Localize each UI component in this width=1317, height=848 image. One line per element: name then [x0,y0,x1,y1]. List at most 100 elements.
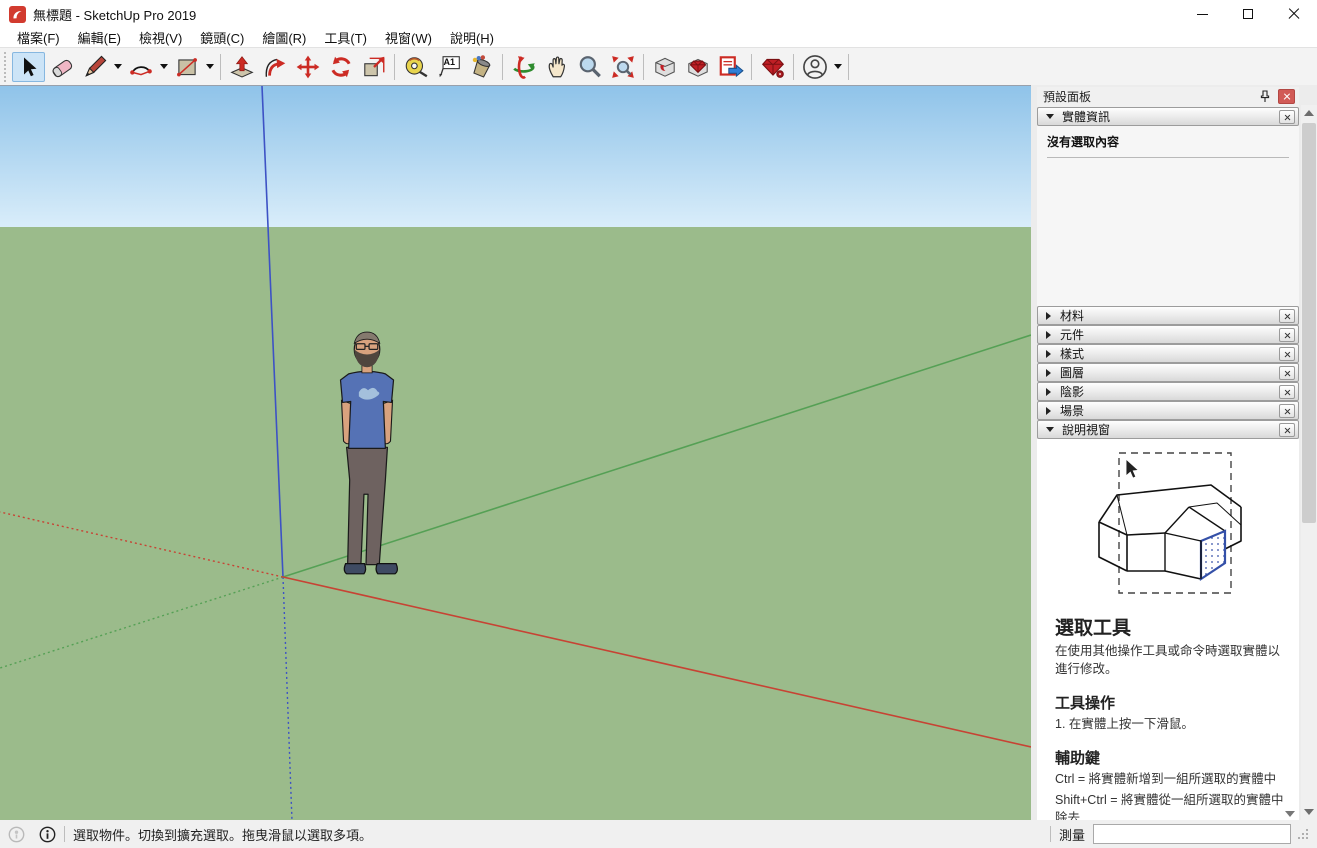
line-tool-dropdown[interactable] [111,52,124,82]
zoom-extents-tool-button[interactable] [606,52,639,82]
select-tool-button[interactable] [12,52,45,82]
section-close-button[interactable] [1279,328,1295,342]
menu-camera[interactable]: 鏡頭(C) [191,27,253,48]
resize-grip[interactable] [1297,828,1309,840]
section-shadows-header[interactable]: 陰影 [1037,382,1299,401]
menu-window[interactable]: 視窗(W) [376,27,441,48]
rotate-tool-button[interactable] [324,52,357,82]
info-status-icon[interactable] [39,826,56,843]
measurements-input[interactable] [1093,824,1291,844]
scroll-up-icon[interactable] [1304,110,1314,116]
status-bar: 選取物件。切換到擴充選取。拖曳滑鼠以選取多項。 測量 [0,820,1317,848]
section-components-header[interactable]: 元件 [1037,325,1299,344]
chevron-down-icon [1046,114,1054,119]
menu-draw[interactable]: 繪圖(R) [253,27,315,48]
scale-figure-person[interactable] [320,329,412,584]
section-close-button[interactable] [1279,385,1295,399]
section-close-button[interactable] [1279,110,1295,124]
pin-button[interactable] [1256,88,1274,104]
section-styles-header[interactable]: 樣式 [1037,344,1299,363]
maximize-icon [1243,9,1253,19]
panel-scrollbar[interactable] [1301,105,1317,820]
instructor-title: 選取工具 [1055,613,1285,640]
statusbar-separator [64,826,65,842]
menu-tools[interactable]: 工具(T) [315,27,376,48]
extension-warehouse-button[interactable] [756,52,789,82]
chevron-right-icon [1046,350,1051,358]
section-entity-info-header[interactable]: 實體資訊 [1037,107,1299,126]
toolbar-separator [848,54,849,80]
line-tool-button[interactable] [78,52,111,82]
toolbar-separator [643,54,644,80]
pin-icon [1259,90,1271,103]
rectangle-tool-button[interactable] [170,52,203,82]
instructor-modifiers-title: 輔助鍵 [1055,747,1285,768]
section-close-button[interactable] [1279,347,1295,361]
follow-me-tool-button[interactable] [258,52,291,82]
menu-view[interactable]: 檢視(V) [130,27,191,48]
move-icon [295,54,321,80]
follow-me-icon [262,54,288,80]
3d-warehouse-button[interactable] [648,52,681,82]
model-viewport[interactable] [0,85,1031,820]
chevron-down-icon [114,64,122,69]
toolbar: A1 [0,47,1317,85]
rectangle-icon [174,54,200,80]
zoom-icon [577,54,603,80]
toolbar-drag-handle[interactable] [2,52,8,82]
geolocation-status-icon[interactable] [8,826,25,843]
menu-edit[interactable]: 編輯(E) [69,27,130,48]
arc-tool-button[interactable] [124,52,157,82]
orbit-tool-button[interactable] [507,52,540,82]
tray-title: 預設面板 [1043,88,1256,105]
push-pull-tool-button[interactable] [225,52,258,82]
rectangle-tool-dropdown[interactable] [203,52,216,82]
scrollbar-thumb[interactable] [1302,123,1316,523]
instructor-description: 在使用其他操作工具或命令時選取實體以進行修改。 [1055,642,1285,678]
arc-icon [128,54,154,80]
instructor-panel: 選取工具 在使用其他操作工具或命令時選取實體以進行修改。 工具操作 1. 在實體… [1037,439,1299,821]
close-icon [1288,8,1300,20]
status-hint: 選取物件。切換到擴充選取。拖曳滑鼠以選取多項。 [73,825,372,844]
section-scenes-header[interactable]: 場景 [1037,401,1299,420]
move-tool-button[interactable] [291,52,324,82]
toolbar-separator [394,54,395,80]
minimize-button[interactable] [1179,0,1225,28]
instructor-scroll-down-icon[interactable] [1285,811,1295,817]
push-pull-icon [229,54,255,80]
section-label: 樣式 [1060,345,1279,362]
default-tray-panel: 預設面板 實體資訊 沒有選取內容 [1037,87,1299,820]
scale-tool-button[interactable] [357,52,390,82]
tray-close-button[interactable] [1278,89,1295,104]
tape-measure-tool-button[interactable] [399,52,432,82]
tape-measure-icon [403,54,429,80]
section-materials-header[interactable]: 材料 [1037,306,1299,325]
pan-tool-button[interactable] [540,52,573,82]
send-to-layout-button[interactable] [714,52,747,82]
maximize-button[interactable] [1225,0,1271,28]
chevron-right-icon [1046,369,1051,377]
text-tool-button[interactable]: A1 [432,52,465,82]
minimize-icon [1197,14,1208,15]
section-close-button[interactable] [1279,423,1295,437]
toolbar-separator [793,54,794,80]
account-dropdown[interactable] [831,52,844,82]
arc-tool-dropdown[interactable] [157,52,170,82]
menu-help[interactable]: 說明(H) [441,27,503,48]
toolbar-separator [751,54,752,80]
zoom-tool-button[interactable] [573,52,606,82]
section-close-button[interactable] [1279,309,1295,323]
account-button[interactable] [798,52,831,82]
scroll-down-icon[interactable] [1304,809,1314,815]
section-layers-header[interactable]: 圖層 [1037,363,1299,382]
close-button[interactable] [1271,0,1317,28]
menu-file[interactable]: 檔案(F) [8,27,69,48]
paint-bucket-tool-button[interactable] [465,52,498,82]
section-label: 元件 [1060,326,1279,343]
section-instructor-header[interactable]: 說明視窗 [1037,420,1299,439]
section-close-button[interactable] [1279,404,1295,418]
eraser-tool-button[interactable] [45,52,78,82]
zoom-extents-icon [610,54,636,80]
section-close-button[interactable] [1279,366,1295,380]
share-model-button[interactable] [681,52,714,82]
